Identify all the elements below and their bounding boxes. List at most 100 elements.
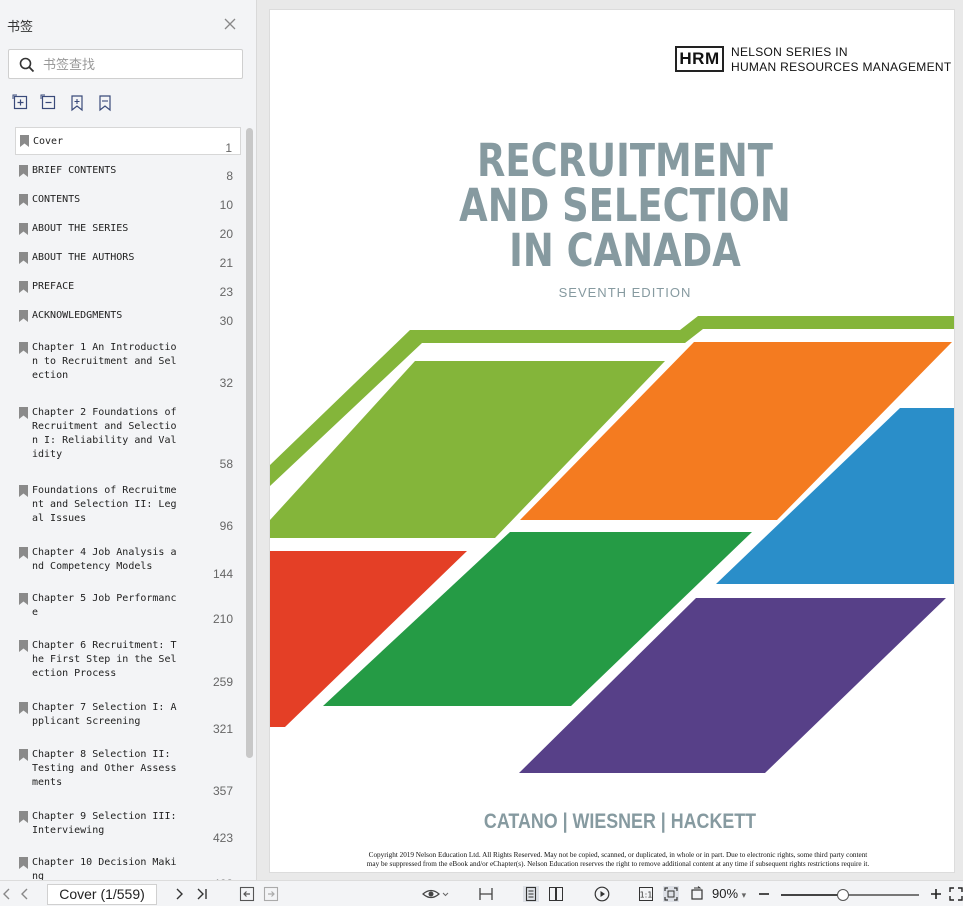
last-page-icon[interactable]	[194, 886, 210, 902]
bookmark-label: Chapter 9 Selection III: Interviewing	[32, 811, 177, 836]
bookmark-search-input[interactable]	[43, 54, 233, 74]
bookmark-icon	[20, 135, 29, 147]
bookmark-item[interactable]: Chapter 8 Selection II: Testing and Othe…	[15, 747, 241, 803]
page-indicator[interactable]: Cover (1/559)	[47, 884, 157, 905]
zoom-in-icon[interactable]	[928, 886, 944, 902]
bookmark-icon	[19, 281, 28, 293]
bookmark-label: Chapter 6 Recruitment: The First Step in…	[32, 640, 177, 679]
bookmark-item[interactable]: ABOUT THE SERIES 20	[15, 221, 241, 245]
bookmark-item[interactable]: Chapter 10 Decision Making 468	[15, 855, 241, 880]
bookmark-icon	[19, 640, 28, 652]
bookmark-item[interactable]: ABOUT THE AUTHORS 21	[15, 250, 241, 274]
bookmark-label: Chapter 8 Selection II: Testing and Othe…	[32, 749, 177, 788]
two-page-icon[interactable]	[548, 886, 564, 902]
copyright-line-1: Copyright 2019 Nelson Education Ltd. All…	[368, 851, 868, 859]
copyright-notice: Copyright 2019 Nelson Education Ltd. All…	[308, 851, 928, 868]
bookmark-icon	[19, 702, 28, 714]
bookmark-item[interactable]: Chapter 9 Selection III: Interviewing 42…	[15, 809, 241, 849]
bookmark-item[interactable]: BRIEF CONTENTS 8	[15, 163, 241, 187]
bookmark-icon	[19, 252, 28, 264]
bookmark-icon	[19, 165, 28, 177]
zoom-out-icon[interactable]	[756, 886, 772, 902]
bookmark-item[interactable]: Chapter 1 An Introduction to Recruitment…	[15, 340, 241, 392]
cover-artwork	[270, 316, 954, 773]
zoom-value: 90%	[712, 886, 739, 901]
bookmark-icon	[19, 749, 28, 761]
bookmark-item[interactable]: Chapter 5 Job Performance 210	[15, 591, 241, 627]
close-icon[interactable]	[222, 16, 238, 32]
next-page-icon[interactable]	[171, 886, 187, 902]
bookmark-icon	[19, 857, 28, 869]
bookmark-icon	[19, 342, 28, 354]
bookmark-label: Chapter 7 Selection I: Applicant Screeni…	[32, 702, 177, 727]
eye-protection-icon[interactable]	[422, 886, 450, 902]
bookmark-label: Chapter 5 Job Performance	[32, 593, 177, 618]
bookmark-icon	[19, 194, 28, 206]
chevron-down-icon: ▾	[741, 890, 747, 900]
bookmark-label: PREFACE	[32, 281, 75, 292]
svg-text:1:1: 1:1	[640, 891, 653, 900]
sidebar-scrollbar[interactable]	[246, 128, 253, 758]
bookmarks-panel: 书签 Cover 1	[0, 0, 257, 880]
bookmark-label: ABOUT THE SERIES	[32, 223, 129, 234]
zoom-slider-handle[interactable]	[837, 889, 850, 901]
bookmark-item[interactable]: ACKNOWLEDGMENTS 30	[15, 308, 241, 332]
bookmark-item[interactable]: Cover 1	[15, 127, 241, 155]
bookmark-page: 423	[212, 831, 233, 845]
bookmark-item[interactable]: CONTENTS 10	[15, 192, 241, 216]
bookmark-label: Chapter 10 Decision Making	[32, 857, 177, 880]
bookmark-page: 357	[212, 784, 233, 798]
pdf-reader-window: 书签 Cover 1	[0, 0, 963, 906]
add-bookmark-icon[interactable]	[68, 94, 86, 112]
bookmark-page: 32	[219, 376, 233, 390]
expand-all-icon[interactable]	[12, 94, 30, 112]
bookmark-page: 23	[219, 285, 233, 299]
fullscreen-icon[interactable]	[948, 886, 963, 902]
bookmark-icon	[19, 310, 28, 322]
bookmark-item[interactable]: Chapter 7 Selection I: Applicant Screeni…	[15, 700, 241, 742]
bookmark-label: CONTENTS	[32, 194, 81, 205]
bookmark-search-field[interactable]	[8, 49, 243, 79]
bookmark-item[interactable]: Chapter 4 Job Analysis and Competency Mo…	[15, 545, 241, 585]
bookmark-label: Chapter 2 Foundations of Recruitment and…	[32, 407, 177, 460]
bookmark-page: 58	[219, 457, 233, 471]
bookmark-page: 321	[212, 722, 233, 736]
bookmark-page: 10	[219, 198, 233, 212]
bookmarks-panel-title: 书签	[7, 19, 34, 34]
back-view-icon[interactable]	[239, 886, 255, 902]
fit-page-icon[interactable]	[663, 886, 679, 902]
single-page-icon[interactable]	[523, 886, 539, 902]
bookmark-label: Chapter 1 An Introduction to Recruitment…	[32, 342, 177, 381]
forward-view-icon[interactable]	[263, 886, 279, 902]
bookmark-icon	[19, 811, 28, 823]
bookmark-page: 96	[219, 519, 233, 533]
bookmark-item[interactable]: Foundations of Recruitment and Selection…	[15, 483, 241, 535]
bookmark-label: Foundations of Recruitment and Selection…	[32, 485, 177, 524]
copyright-line-2: may be suppressed from the eBook and/or …	[366, 859, 870, 868]
bookmark-icon	[19, 223, 28, 235]
play-icon[interactable]	[594, 886, 610, 902]
rotate-icon[interactable]	[689, 886, 705, 902]
document-viewport[interactable]: HRM NELSON SERIES IN HUMAN RESOURCES MAN…	[257, 0, 963, 880]
bookmark-icon	[19, 485, 28, 497]
bookmark-label: BRIEF CONTENTS	[32, 165, 117, 176]
actual-size-icon[interactable]: 1:1	[638, 886, 654, 902]
book-authors: CATANO | WIESNER | HACKETT	[483, 810, 757, 833]
bookmark-icon	[19, 547, 28, 559]
zoom-slider[interactable]	[781, 889, 919, 901]
zoom-slider-fill	[781, 894, 844, 896]
bookmark-page: 1	[225, 141, 232, 155]
bookmark-label: ABOUT THE AUTHORS	[32, 252, 135, 263]
bookmark-item[interactable]: Chapter 6 Recruitment: The First Step in…	[15, 638, 241, 694]
previous-page-icon[interactable]	[17, 886, 33, 902]
first-page-icon[interactable]	[0, 886, 15, 902]
bookmark-icon[interactable]	[96, 94, 114, 112]
collapse-all-icon[interactable]	[40, 94, 58, 112]
bookmark-item[interactable]: Chapter 2 Foundations of Recruitment and…	[15, 405, 241, 471]
bookmark-page: 20	[219, 227, 233, 241]
bookmark-label: ACKNOWLEDGMENTS	[32, 310, 123, 321]
zoom-level[interactable]: 90% ▾	[712, 886, 746, 901]
fit-width-icon[interactable]	[478, 886, 494, 902]
bookmark-item[interactable]: PREFACE 23	[15, 279, 241, 303]
bookmark-icon	[19, 407, 28, 419]
